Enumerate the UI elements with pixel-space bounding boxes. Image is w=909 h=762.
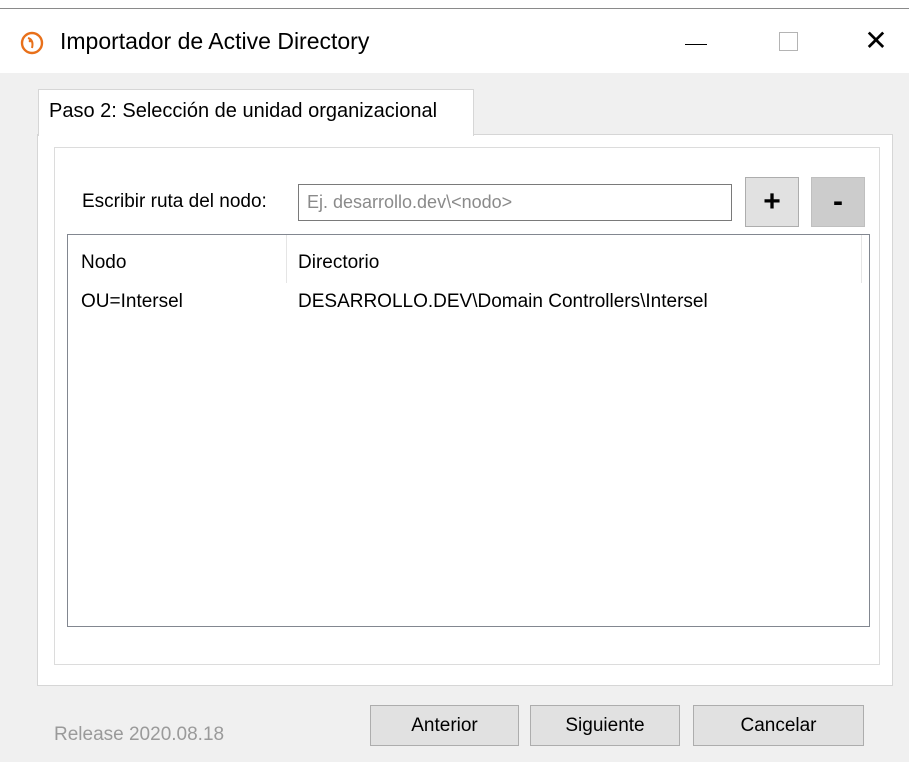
column-divider[interactable] — [286, 235, 287, 283]
column-divider[interactable] — [861, 235, 862, 283]
remove-node-button[interactable]: - — [811, 177, 865, 227]
window-title: Importador de Active Directory — [60, 28, 370, 54]
minimize-button[interactable] — [656, 9, 736, 73]
maximize-button[interactable] — [748, 9, 828, 73]
group-box: Escribir ruta del nodo: + - Nodo Directo… — [54, 147, 880, 665]
maximize-icon — [778, 31, 798, 51]
node-path-input[interactable] — [298, 184, 732, 221]
node-path-label: Escribir ruta del nodo: — [82, 191, 267, 212]
minimize-icon — [685, 43, 707, 45]
tab-paso-2[interactable]: Paso 2: Selección de unidad organizacion… — [38, 89, 474, 136]
nodes-list[interactable]: Nodo Directorio OU=Intersel DESARROLLO.D… — [67, 234, 870, 627]
add-node-button[interactable]: + — [745, 177, 799, 227]
title-bar: Importador de Active Directory ✕ — [0, 9, 909, 73]
cell-directorio: DESARROLLO.DEV\Domain Controllers\Inters… — [298, 291, 708, 312]
release-version: Release 2020.08.18 — [54, 724, 225, 745]
previous-button[interactable]: Anterior — [370, 705, 519, 746]
column-header-directorio[interactable]: Directorio — [298, 252, 379, 274]
cell-nodo: OU=Intersel — [81, 291, 183, 312]
app-logo-icon — [20, 31, 44, 55]
close-button[interactable]: ✕ — [836, 9, 909, 73]
tab-panel: Escribir ruta del nodo: + - Nodo Directo… — [37, 134, 893, 686]
cancel-button[interactable]: Cancelar — [693, 705, 864, 746]
importer-dialog: Importador de Active Directory ✕ Paso 2:… — [0, 8, 909, 762]
close-icon: ✕ — [864, 25, 888, 56]
column-header-nodo[interactable]: Nodo — [81, 252, 126, 274]
list-row[interactable]: OU=Intersel DESARROLLO.DEV\Domain Contro… — [68, 283, 869, 317]
list-header: Nodo Directorio — [68, 235, 869, 283]
tab-label: Paso 2: Selección de unidad organizacion… — [49, 100, 438, 122]
next-button[interactable]: Siguiente — [530, 705, 680, 746]
